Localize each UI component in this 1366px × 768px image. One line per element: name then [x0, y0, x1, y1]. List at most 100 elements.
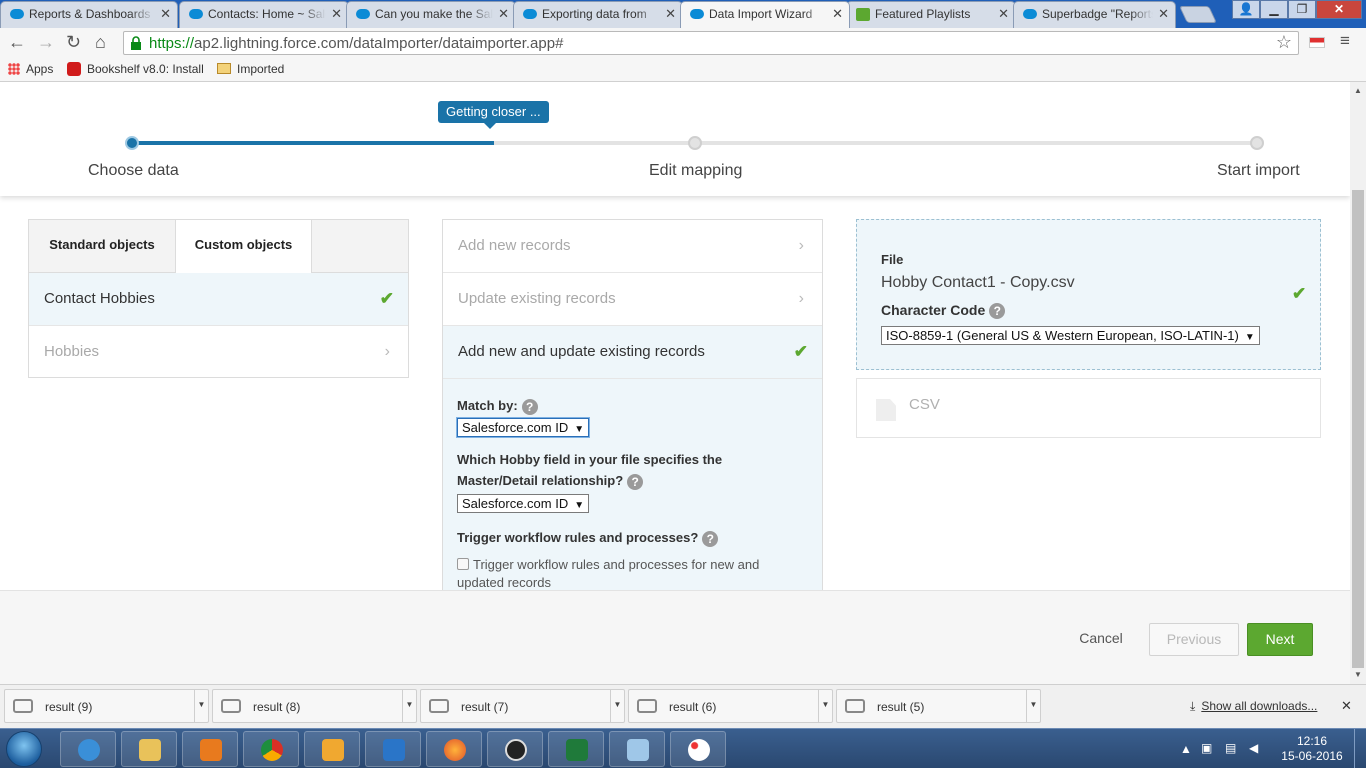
volume-icon[interactable]: ◀ — [1249, 741, 1258, 755]
close-tab-icon[interactable]: ✕ — [331, 6, 342, 22]
help-icon[interactable]: ? — [702, 530, 719, 547]
browser-tab[interactable]: Superbadge "Reports ✕ — [1013, 1, 1176, 28]
taskbar-excel[interactable] — [548, 731, 604, 767]
trigger-checkbox[interactable] — [457, 558, 469, 570]
minimize-button[interactable]: ▁ — [1260, 0, 1288, 19]
download-item[interactable]: result (7) ▼ — [420, 689, 625, 723]
user-icon[interactable]: 👤 — [1232, 0, 1260, 19]
taskbar-clock[interactable]: 12:16 15-06-2016 — [1280, 734, 1344, 764]
scrollbar-thumb[interactable] — [1352, 190, 1364, 668]
scroll-up-icon[interactable]: ▲ — [1354, 86, 1362, 95]
option-update-existing-records[interactable]: Update existing records › — [443, 273, 822, 326]
tray-app-icon[interactable]: ▣ — [1201, 741, 1212, 755]
reload-icon[interactable]: ↻ — [66, 32, 81, 53]
chevron-down-icon[interactable]: ▼ — [610, 690, 624, 722]
character-code-field: ISO-8859-1 (General US & Western Europea… — [881, 326, 1260, 345]
browser-tab[interactable]: Exporting data from ✕ — [513, 1, 683, 28]
help-icon[interactable]: ? — [989, 303, 1006, 320]
show-all-downloads-link[interactable]: ⤓ Show all downloads... — [1190, 699, 1317, 714]
download-item[interactable]: result (8) ▼ — [212, 689, 417, 723]
browser-tab[interactable]: Can you make the Salesforce ✕ — [346, 1, 516, 28]
browser-toolbar: ← → ↻ ⌂ https://ap2.lightning.force.com/… — [0, 28, 1366, 58]
close-tab-icon[interactable]: ✕ — [665, 6, 676, 22]
download-item[interactable]: result (5) ▼ — [836, 689, 1041, 723]
browser-tab[interactable]: Reports & Dashboards ✕ — [0, 1, 178, 28]
bookmark-folder-imported[interactable]: Imported — [217, 62, 284, 76]
file-panel: File Hobby Contact1 - Copy.csv Character… — [856, 219, 1321, 370]
tab-standard-objects[interactable]: Standard objects — [29, 220, 175, 273]
browser-tab-active[interactable]: Data Import Wizard ✕ — [680, 1, 850, 28]
bookmark-star-icon[interactable]: ☆ — [1276, 32, 1292, 53]
tab-custom-objects[interactable]: Custom objects — [175, 220, 312, 274]
oracle-icon — [67, 62, 81, 76]
close-window-button[interactable]: ✕ — [1316, 0, 1362, 19]
character-code-label: Character Code? — [881, 302, 1006, 320]
taskbar-app[interactable] — [487, 731, 543, 767]
taskbar-media-player[interactable] — [182, 731, 238, 767]
chevron-down-icon[interactable]: ▼ — [818, 690, 832, 722]
tray-expand-icon[interactable]: ▲ — [1180, 742, 1192, 756]
download-item[interactable]: result (9) ▼ — [4, 689, 209, 723]
browser-tab[interactable]: Contacts: Home ~ Salesforce ✕ — [179, 1, 349, 28]
restore-button[interactable]: ❐ — [1288, 0, 1316, 19]
extension-icon[interactable] — [1309, 37, 1325, 48]
windows-start-icon[interactable] — [6, 731, 42, 767]
object-item-hobbies[interactable]: Hobbies › — [29, 326, 408, 379]
match-by-select[interactable]: Salesforce.com ID ▼ — [457, 418, 590, 437]
step-dot-choose-data — [125, 136, 139, 150]
close-shelf-icon[interactable]: ✕ — [1341, 698, 1352, 714]
outlook-icon — [322, 739, 344, 761]
home-icon[interactable]: ⌂ — [95, 32, 106, 53]
close-tab-icon[interactable]: ✕ — [160, 6, 171, 22]
download-arrow-icon: ⤓ — [1190, 699, 1196, 713]
taskbar-chrome[interactable] — [243, 731, 299, 767]
chevron-right-icon: › — [384, 343, 390, 360]
back-icon[interactable]: ← — [8, 32, 26, 53]
menu-icon[interactable]: ≡ — [1340, 31, 1350, 51]
bookmark-label: Imported — [237, 62, 285, 76]
dropdown-arrow-icon: ▼ — [1244, 332, 1255, 343]
cancel-button[interactable]: Cancel — [1068, 623, 1134, 656]
taskbar-notes[interactable] — [609, 731, 665, 767]
option-add-new-records[interactable]: Add new records › — [443, 220, 822, 273]
bookmark-label: Apps — [26, 62, 54, 76]
folder-icon — [217, 63, 231, 74]
bookmark-bookshelf[interactable]: Bookshelf v8.0: Install — [67, 62, 204, 76]
salesforce-icon — [1023, 9, 1037, 19]
help-icon[interactable]: ? — [627, 473, 644, 490]
previous-button[interactable]: Previous — [1149, 623, 1239, 656]
chevron-down-icon[interactable]: ▼ — [402, 690, 416, 722]
taskbar-firefox[interactable] — [426, 731, 482, 767]
taskbar-outlook[interactable] — [304, 731, 360, 767]
taskbar-paint[interactable] — [670, 731, 726, 767]
close-tab-icon[interactable]: ✕ — [832, 6, 843, 22]
next-button[interactable]: Next — [1247, 623, 1313, 656]
taskbar-internet-explorer[interactable] — [60, 731, 116, 767]
object-item-contact-hobbies[interactable]: Contact Hobbies ✔ — [29, 273, 408, 326]
csv-file-option[interactable]: CSV — [856, 378, 1321, 438]
character-code-select[interactable]: ISO-8859-1 (General US & Western Europea… — [881, 326, 1260, 345]
close-tab-icon[interactable]: ✕ — [1158, 6, 1169, 22]
show-desktop-button[interactable] — [1354, 729, 1366, 768]
taskbar-file-explorer[interactable] — [121, 731, 177, 767]
browser-tab[interactable]: Featured Playlists ✕ — [846, 1, 1016, 28]
forward-icon[interactable]: → — [37, 32, 55, 53]
option-add-and-update-records[interactable]: Add new and update existing records ✔ — [443, 326, 822, 379]
close-tab-icon[interactable]: ✕ — [498, 6, 509, 22]
network-icon[interactable]: ▤ — [1225, 741, 1236, 755]
master-detail-select[interactable]: Salesforce.com ID ▼ — [457, 494, 590, 513]
help-icon[interactable]: ? — [521, 398, 538, 415]
chevron-down-icon[interactable]: ▼ — [1026, 690, 1040, 722]
chevron-down-icon[interactable]: ▼ — [194, 690, 208, 722]
page-scrollbar[interactable]: ▲ ▼ — [1350, 82, 1366, 684]
taskbar-lync[interactable] — [365, 731, 421, 767]
new-tab-button[interactable] — [1179, 6, 1217, 23]
scroll-down-icon[interactable]: ▼ — [1354, 670, 1362, 679]
bookmark-apps[interactable]: Apps — [8, 62, 53, 76]
url-path: ap2.lightning.force.com/dataImporter/dat… — [194, 35, 564, 52]
close-tab-icon[interactable]: ✕ — [998, 6, 1009, 22]
address-bar[interactable]: https://ap2.lightning.force.com/dataImpo… — [123, 31, 1299, 55]
excel-icon — [566, 739, 588, 761]
salesforce-icon — [523, 9, 537, 19]
download-item[interactable]: result (6) ▼ — [628, 689, 833, 723]
